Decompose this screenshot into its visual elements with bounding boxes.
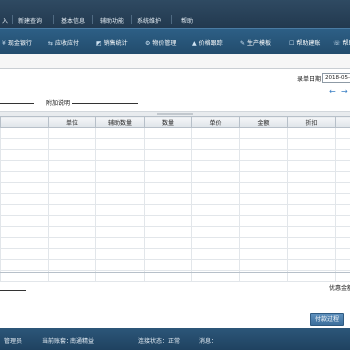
payment-process-button[interactable]: 付款过程 [310,313,344,326]
yen-icon: ¥ [2,40,6,47]
toolbar-label: 销售统计 [103,40,128,47]
date-field[interactable]: 2018-05-2 [322,73,350,83]
table-row[interactable] [0,149,350,161]
toolbar-cash-bank[interactable]: ¥ 现金银行 [2,38,32,47]
column-header[interactable] [335,116,350,128]
status-bar: 管理员 当前账套： 南通精益 连接状态：正常 消息： [0,328,350,350]
summary-field[interactable] [0,290,26,291]
menu-separator [12,15,13,24]
column-header-discount[interactable]: 折扣 [287,116,336,128]
menu-item-new-query[interactable]: 新建查询 [18,16,42,25]
table-row[interactable] [0,182,350,194]
toolbar-label: 应收应付 [55,40,80,47]
table-row[interactable] [0,193,350,205]
toolbar: ¥ 现金银行 ⇆ 应收应付 ◩ 销售统计 ⚙ 物价管理 ▲ 价格跟踪 ✎ 生产模板 ☐ 帮助建… [0,28,350,55]
column-header-qty[interactable]: 数量 [144,116,192,128]
sub-toolbar [0,54,350,69]
table-row[interactable] [0,138,350,150]
table-row[interactable] [0,171,350,183]
discount-label: 优惠金额 [329,285,350,292]
column-header-amount[interactable]: 金额 [239,116,288,128]
field-underline[interactable] [0,103,34,104]
column-header[interactable] [0,116,49,128]
chart-icon: ◩ [96,40,102,47]
table-row[interactable] [0,237,350,249]
toolbar-label: 帮助建账 [296,40,321,47]
menu-item-basic-info[interactable]: 基本信息 [61,16,85,25]
toolbar-label: 价格跟踪 [198,40,223,47]
table-bottom-border [0,272,350,273]
toolbar-price-management[interactable]: ⚙ 物价管理 [145,38,176,47]
phone-icon: ☏ [333,40,341,47]
menu-item-tools[interactable]: 辅助功能 [100,16,124,25]
table-header-row: 单位 辅助数量 数量 单价 金额 折扣 [0,116,350,128]
status-account-label: 当前账套： [42,338,73,345]
help-icon: ☐ [289,40,295,47]
toolbar-price-tracking[interactable]: ▲ 价格跟踪 [192,38,223,47]
column-header-aux-qty[interactable]: 辅助数量 [95,116,145,128]
table-row[interactable] [0,259,350,271]
table-row[interactable] [0,127,350,139]
menu-item-import[interactable]: 入 [2,16,8,25]
splitter-grip[interactable] [157,113,193,115]
toolbar-production-template[interactable]: ✎ 生产模板 [240,38,271,47]
menu-separator [131,15,132,24]
menu-item-help[interactable]: 帮助 [181,16,193,25]
gear-icon: ⚙ [145,40,151,47]
menu-separator [92,15,93,24]
exchange-icon: ⇆ [48,40,54,47]
table-row[interactable] [0,160,350,172]
menu-item-system[interactable]: 系统维护 [137,16,161,25]
line-items-table: 单位 辅助数量 数量 单价 金额 折扣 [0,116,350,282]
toolbar-label: 帮助 [342,40,350,47]
menu-bar: 入 新建查询 基本信息 辅助功能 系统维护 帮助 [0,0,350,28]
note-label: 附加说明 [46,100,71,107]
table-row[interactable] [0,226,350,238]
toolbar-help[interactable]: ☏帮助 [333,38,350,47]
table-row[interactable] [0,215,350,227]
menu-separator [53,15,54,24]
status-operator: 管理员 [4,338,23,345]
column-header-unit[interactable]: 单位 [48,116,96,128]
toolbar-label: 生产模板 [247,40,272,47]
toolbar-label: 现金银行 [7,40,32,47]
wrench-icon: ✎ [240,40,246,47]
next-arrow-icon[interactable]: → [341,87,348,96]
date-label: 录单日期 [297,76,322,83]
status-account-value: 南通精益 [70,338,95,345]
prev-arrow-icon[interactable]: ← [329,87,336,96]
toolbar-help-setup[interactable]: ☐ 帮助建账 [289,38,320,47]
toolbar-label: 物价管理 [152,40,177,47]
status-connection: 连接状态：正常 [138,338,181,345]
table-row[interactable] [0,248,350,260]
note-field[interactable] [72,103,138,104]
status-message: 消息： [199,338,218,345]
table-row[interactable] [0,204,350,216]
toolbar-sales-stats[interactable]: ◩ 销售统计 [96,38,128,47]
menu-separator [171,15,172,24]
toolbar-receivable-payable[interactable]: ⇆ 应收应付 [48,38,79,47]
price-icon: ▲ [192,40,197,47]
column-header-price[interactable]: 单价 [191,116,240,128]
